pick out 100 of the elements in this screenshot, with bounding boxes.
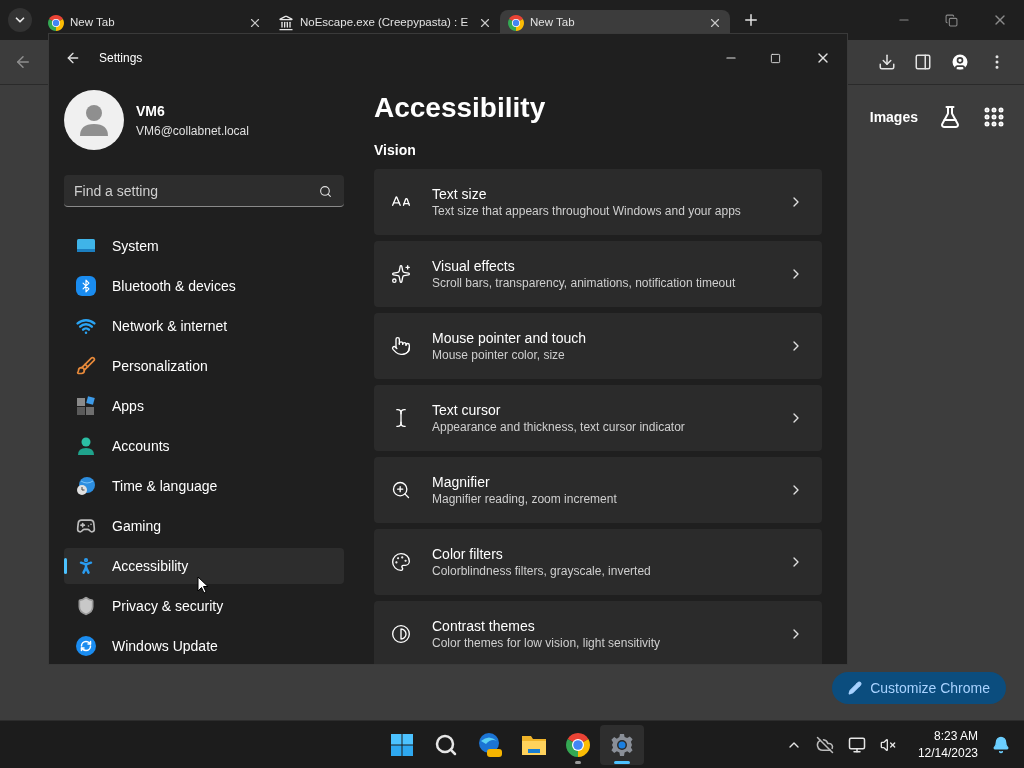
settings-card[interactable]: Contrast themes Color themes for low vision, light sensitivity: [374, 601, 822, 664]
card-title: Contrast themes: [432, 617, 536, 635]
tab-title: New Tab: [70, 15, 116, 31]
search-icon: [319, 185, 332, 198]
selection-indicator: [64, 558, 67, 574]
card-subtitle: Mouse pointer color, size: [432, 347, 566, 363]
tab-title: New Tab: [530, 15, 576, 31]
nav-label: Bluetooth & devices: [112, 276, 236, 296]
nav-item[interactable]: Time & language: [64, 468, 344, 504]
browser-tab[interactable]: New Tab: [40, 10, 270, 36]
nav-label: Privacy & security: [112, 596, 224, 616]
sparkles-icon: [391, 264, 411, 284]
volume-muted-icon[interactable]: [879, 736, 896, 753]
search-icon: [434, 732, 458, 757]
customize-chrome-button[interactable]: Customize Chrome: [832, 672, 1006, 704]
nav-item[interactable]: Network & internet: [64, 308, 344, 344]
nav-item[interactable]: Privacy & security: [64, 588, 344, 624]
windows-logo-icon: [390, 732, 414, 757]
new-tab-icon[interactable]: [742, 11, 760, 29]
clock[interactable]: 8:23 AM 12/14/2023: [917, 727, 978, 762]
card-subtitle: Text size that appears throughout Windows and your apps: [432, 203, 742, 219]
images-link[interactable]: Images: [869, 106, 918, 128]
nav-label: Apps: [112, 396, 144, 416]
gamepad-icon: [76, 516, 96, 536]
profile-icon[interactable]: [950, 52, 970, 72]
chrome-logo-icon: [48, 15, 64, 31]
running-indicator: [614, 760, 630, 764]
download-icon[interactable]: [878, 53, 896, 71]
globe-clock-icon: [76, 476, 96, 496]
nav-item[interactable]: Personalization: [64, 348, 344, 384]
bluetooth-icon: [76, 276, 96, 296]
card-title: Visual effects: [432, 257, 516, 275]
gear-icon: [610, 732, 634, 757]
apps-grid-icon[interactable]: [982, 105, 1006, 129]
network-icon[interactable]: [847, 735, 866, 754]
maximize-icon[interactable]: [770, 52, 781, 64]
chrome-icon: [566, 732, 590, 757]
palette-icon: [391, 552, 411, 572]
nav-label: Windows Update: [112, 636, 218, 656]
settings-card[interactable]: Color filters Colorblindness filters, grayscale, inverted: [374, 529, 822, 595]
tab-title: NoEscape.exe (Creepypasta) : E: [300, 15, 470, 31]
update-icon: [76, 636, 96, 656]
settings-card[interactable]: Mouse pointer and touch Mouse pointer color, size: [374, 313, 822, 379]
person-silhouette-icon: [79, 103, 109, 137]
section-heading: Vision: [374, 141, 417, 160]
card-subtitle: Appearance and thickness, text cursor indicator: [432, 419, 686, 435]
nav-item[interactable]: Gaming: [64, 508, 344, 544]
card-subtitle: Scroll bars, transparency, animations, notification timeout: [432, 275, 737, 291]
settings-card[interactable]: Text size Text size that appears throughout Windows and your apps: [374, 169, 822, 235]
nav-label: Accessibility: [112, 556, 189, 576]
close-icon[interactable]: [248, 16, 262, 30]
user-email: VM6@collabnet.local: [136, 122, 249, 140]
close-icon[interactable]: [708, 16, 722, 30]
nav-label: System: [112, 236, 159, 256]
nav-item[interactable]: Windows Update: [64, 628, 344, 664]
page-heading: Accessibility: [374, 91, 547, 125]
apps-icon: [76, 396, 96, 416]
back-icon[interactable]: [65, 50, 81, 66]
card-subtitle: Colorblindness filters, grayscale, inverted: [432, 563, 652, 579]
nav-label: Accounts: [112, 436, 170, 456]
wifi-icon: [76, 316, 96, 336]
browser-tab[interactable]: New Tab: [500, 10, 730, 36]
settings-card[interactable]: Visual effects Scroll bars, transparency, animations, notification timeout: [374, 241, 822, 307]
card-title: Text size: [432, 185, 488, 203]
card-subtitle: Magnifier reading, zoom increment: [432, 491, 618, 507]
edge-beta-icon: [477, 731, 503, 758]
nav-label: Time & language: [112, 476, 218, 496]
mouse-cursor-icon: [197, 576, 209, 594]
restore-icon[interactable]: [945, 13, 958, 27]
chrome-logo-icon: [508, 15, 524, 31]
side-panel-icon[interactable]: [914, 53, 932, 71]
flask-icon[interactable]: [938, 105, 962, 129]
notification-bell-icon[interactable]: [992, 735, 1010, 754]
pencil-icon: [848, 681, 863, 695]
cloud-off-icon[interactable]: [815, 735, 834, 754]
card-title: Magnifier: [432, 473, 491, 491]
nav-item[interactable]: Bluetooth & devices: [64, 268, 344, 304]
nav-item[interactable]: Apps: [64, 388, 344, 424]
search-field[interactable]: Find a setting: [64, 175, 344, 207]
nav-item[interactable]: Accounts: [64, 428, 344, 464]
taskbar-button[interactable]: [600, 724, 644, 765]
zoom-in-icon: [391, 480, 411, 500]
nav-label: Gaming: [112, 516, 162, 536]
nav-label: Network & internet: [112, 316, 228, 336]
nav-item[interactable]: Accessibility: [64, 548, 344, 584]
person-icon: [76, 436, 96, 456]
settings-card[interactable]: Text cursor Appearance and thickness, text cursor indicator: [374, 385, 822, 451]
nav-item[interactable]: System: [64, 228, 344, 264]
contrast-icon: [391, 624, 411, 644]
window-title: Settings: [99, 50, 143, 67]
tab-search-button[interactable]: [8, 8, 32, 32]
brush-icon: [76, 356, 96, 376]
nav-label: Personalization: [112, 356, 208, 376]
close-icon[interactable]: [478, 16, 492, 30]
card-title: Color filters: [432, 545, 504, 563]
browser-tab[interactable]: NoEscape.exe (Creepypasta) : E: [270, 10, 500, 36]
settings-card[interactable]: Magnifier Magnifier reading, zoom increment: [374, 457, 822, 523]
hand-pointer-icon: [391, 336, 411, 356]
columns-icon: [278, 15, 294, 31]
user-name: VM6: [136, 101, 166, 121]
